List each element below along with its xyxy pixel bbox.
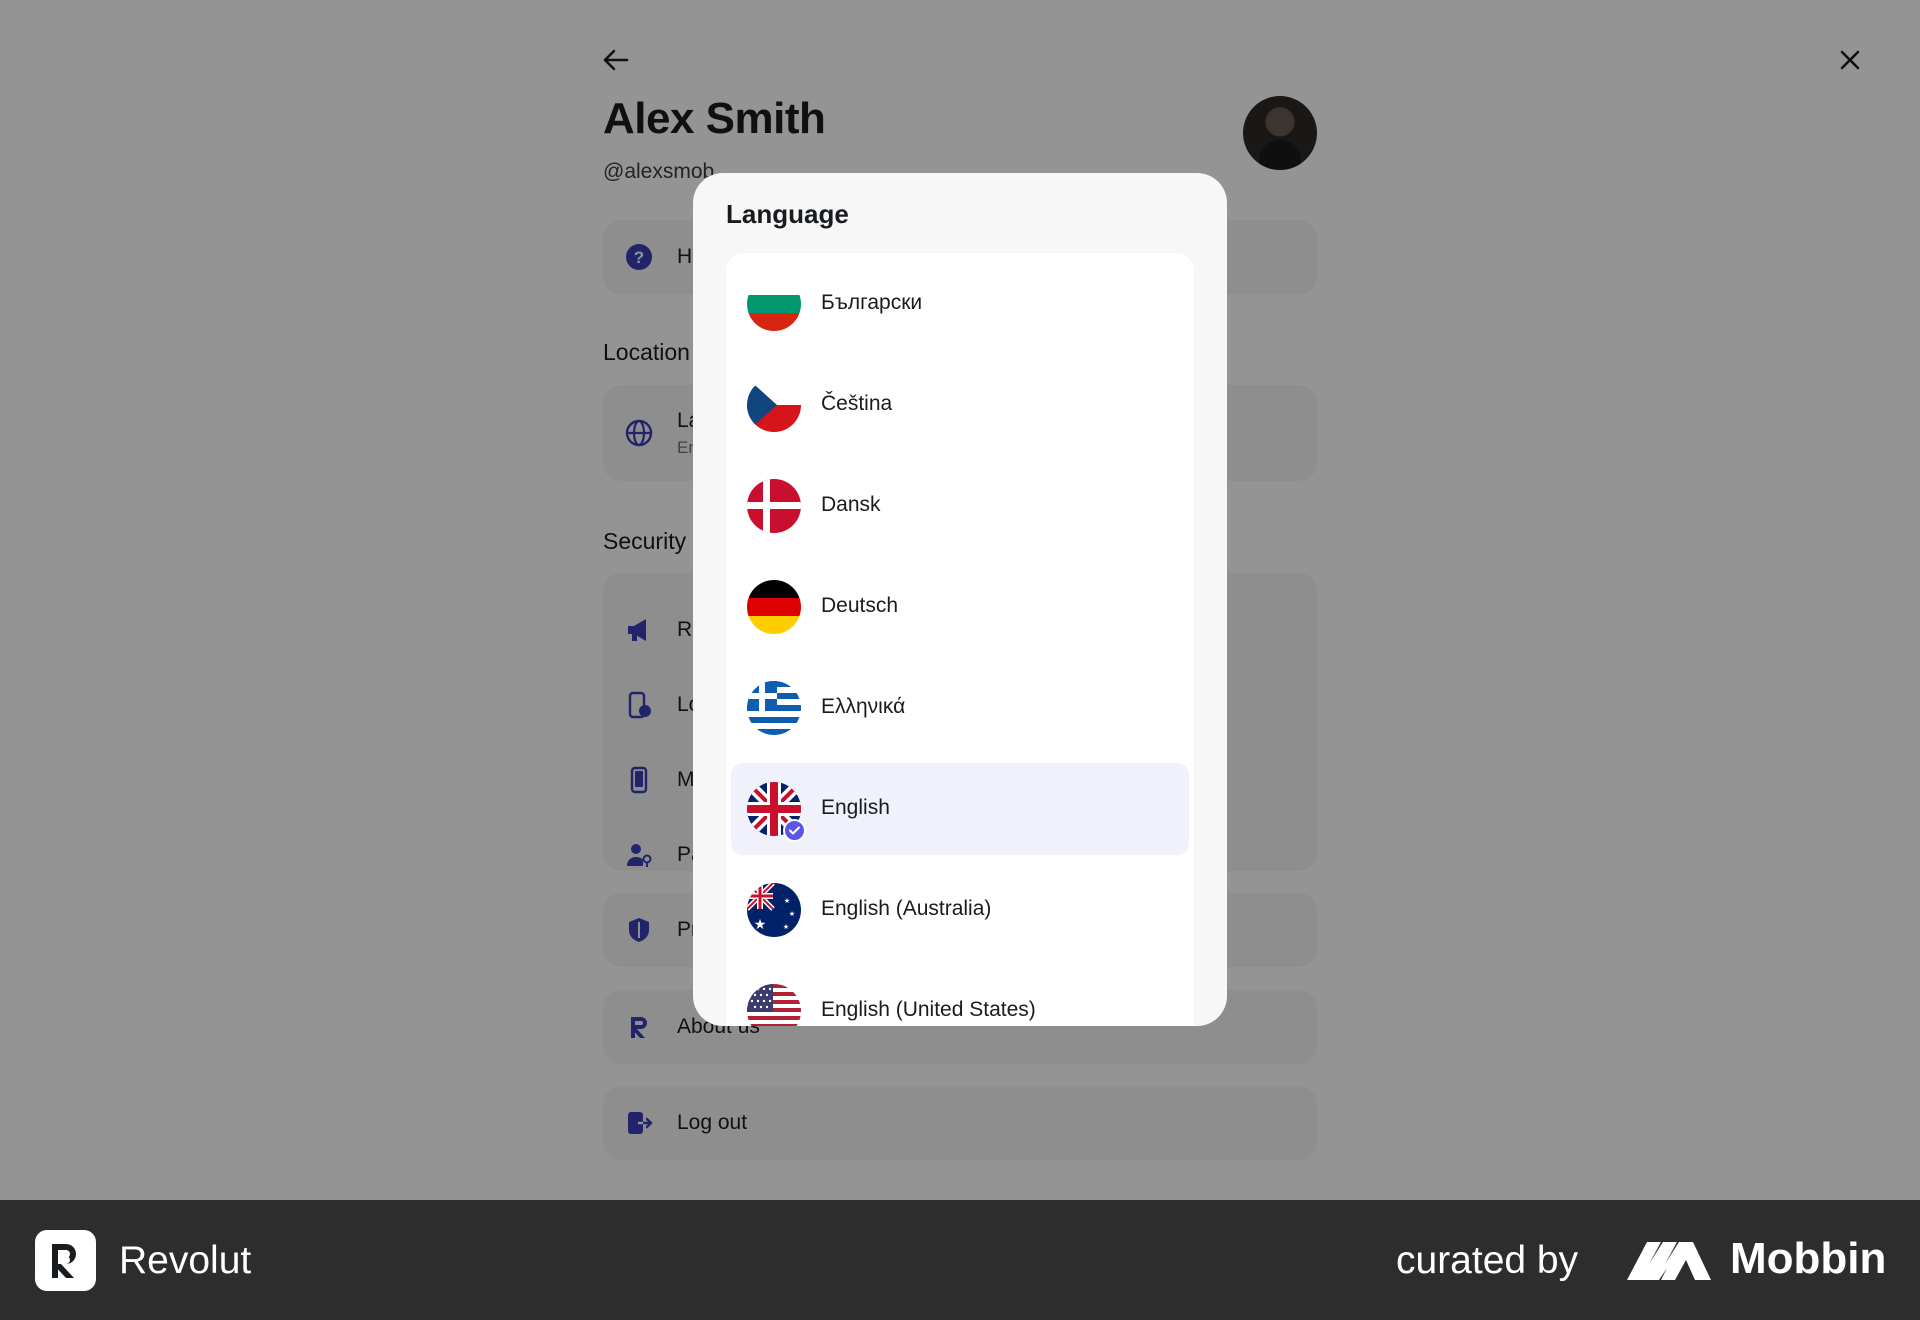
language-name: Deutsch: [821, 594, 899, 617]
language-item-bulgarian[interactable]: Български: [731, 258, 1189, 350]
mobbin-name: Mobbin: [1730, 1234, 1887, 1283]
denmark-flag-icon: [747, 479, 801, 533]
modal-title: Language: [726, 199, 849, 229]
revolut-logo-icon: [35, 1230, 96, 1291]
australia-flag-icon: ★ ★ ★ ★: [747, 883, 801, 937]
language-item-german[interactable]: Deutsch: [731, 561, 1189, 653]
language-item-english-australia[interactable]: ★ ★ ★ ★ English (Australia): [731, 864, 1189, 956]
selected-check-icon: [783, 819, 806, 842]
language-name: Čeština: [821, 392, 893, 415]
language-item-english-us[interactable]: English (United States): [731, 965, 1189, 1026]
czech-flag-icon: [747, 378, 801, 432]
language-name: English (Australia): [821, 897, 992, 920]
svg-text:★: ★: [783, 923, 789, 931]
greece-flag-icon: [747, 681, 801, 735]
language-name: English (United States): [821, 998, 1036, 1021]
language-name: Dansk: [821, 493, 881, 516]
language-name: Български: [821, 291, 923, 314]
svg-text:★: ★: [754, 917, 767, 933]
language-item-english[interactable]: English: [731, 763, 1189, 855]
language-item-greek[interactable]: Ελληνικά: [731, 662, 1189, 754]
language-list[interactable]: Български Čeština Dansk Deutsch Ελληνικά: [726, 253, 1194, 1026]
svg-text:★: ★: [789, 910, 795, 918]
language-modal: Language Български Čeština Dansk Deutsch: [693, 173, 1227, 1026]
language-name: Ελληνικά: [821, 695, 906, 718]
mobbin-logo-icon: [1625, 1238, 1715, 1282]
svg-text:★: ★: [784, 897, 790, 905]
language-item-czech[interactable]: Čeština: [731, 359, 1189, 451]
germany-flag-icon: [747, 580, 801, 634]
brand-name: Revolut: [119, 1239, 252, 1282]
language-item-danish[interactable]: Dansk: [731, 460, 1189, 552]
language-name: English: [821, 796, 890, 819]
curated-by-text: curated by: [1396, 1239, 1579, 1282]
usa-flag-icon: [747, 984, 801, 1026]
bulgaria-flag-icon: [747, 277, 801, 331]
attribution-footer: Revolut curated by Mobbin: [0, 1200, 1920, 1320]
